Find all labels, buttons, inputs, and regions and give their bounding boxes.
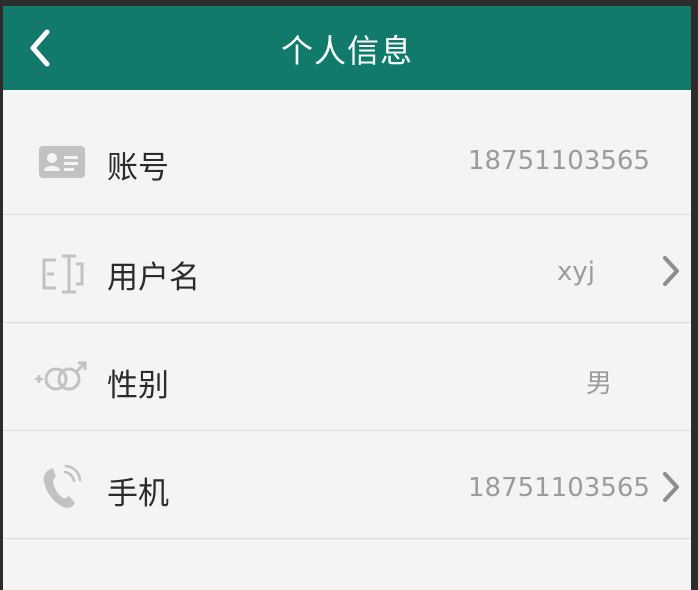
account-value: 18751103565 (468, 146, 650, 176)
gender-value: 男 (586, 369, 613, 399)
phone-icon (37, 463, 87, 509)
account-label: 账号 (107, 150, 169, 186)
phone-row[interactable]: 手机 18751103565 (3, 431, 691, 539)
profile-info-list: 账号 18751103565 用户名 xyj 性别 男 手机 187511035… (3, 90, 691, 539)
phone-value: 18751103565 (468, 473, 650, 503)
chevron-right-icon[interactable] (657, 469, 685, 505)
gender-icon (33, 354, 91, 400)
account-row: 账号 18751103565 (3, 90, 691, 215)
gender-label: 性别 (107, 368, 169, 404)
id-card-icon (37, 139, 87, 185)
page-title: 个人信息 (280, 32, 413, 70)
username-label: 用户名 (107, 260, 200, 296)
chevron-right-icon[interactable] (657, 253, 685, 289)
top-bar: 个人信息 (3, 6, 691, 90)
chevron-left-icon (30, 29, 50, 67)
gender-row: 性别 男 (3, 323, 691, 431)
username-row[interactable]: 用户名 xyj (3, 215, 691, 323)
text-cursor-icon (37, 251, 87, 297)
back-button[interactable] (25, 20, 81, 76)
screen: 个人信息 账号 18751103565 用户名 xyj 性别 男 手机 1875… (0, 0, 698, 590)
phone-label: 手机 (107, 476, 169, 512)
app-window: 个人信息 账号 18751103565 用户名 xyj 性别 男 手机 1875… (3, 6, 691, 590)
username-value: xyj (557, 257, 595, 287)
